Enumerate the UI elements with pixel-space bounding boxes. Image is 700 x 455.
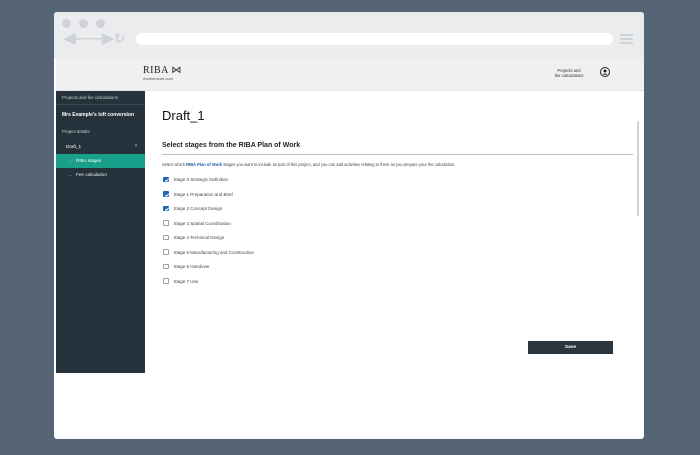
stage-option-6[interactable]: Stage 6 Handover — [163, 263, 210, 270]
browser-chrome: ◀— —▶ ↻ — [54, 12, 644, 58]
stage-option-1[interactable]: Stage 1 Preparation and Brief — [163, 191, 233, 198]
browser-window: ◀— —▶ ↻ RIBA ⋈ Architecture.com Projects… — [54, 12, 644, 439]
header-link-line2: fee calculations — [554, 73, 584, 79]
riba-plan-link[interactable]: RIBA Plan of Work — [186, 162, 222, 167]
logo-subtext: Architecture.com — [143, 76, 174, 81]
projects-fee-link[interactable]: Projects and fee calculations — [552, 68, 586, 78]
stage-checkbox[interactable] — [163, 220, 169, 226]
main-content: Draft_1 Select stages from the RIBA Plan… — [145, 91, 644, 439]
sidebar-project-details[interactable]: Project details — [62, 129, 90, 134]
stage-label: Stage 5 Manufacturing and Construction — [173, 249, 255, 255]
stage-label: Stage 6 Handover — [173, 264, 210, 269]
app: RIBA ⋈ Architecture.com Projects and fee… — [56, 58, 644, 439]
intro-text-end: stages you want to include as part of th… — [222, 162, 456, 167]
stage-label: Stage 2 Concept Design — [173, 206, 223, 211]
window-dot[interactable] — [62, 19, 71, 28]
chevron-right-icon: › — [135, 143, 137, 149]
stage-option-0[interactable]: Stage 0 Strategic Definition — [163, 176, 228, 183]
riba-crest-icon: ⋈ — [171, 65, 182, 76]
page-title: Draft_1 — [162, 108, 205, 123]
section-divider — [162, 154, 633, 155]
stage-option-3[interactable]: Stage 3 Spatial Coordination — [163, 220, 231, 227]
forward-arrow-icon[interactable]: —▶ — [87, 31, 114, 46]
sidebar-draft-label: Draft_1 — [66, 144, 82, 149]
sidebar-top-link[interactable]: Projects and fee calculations — [56, 91, 145, 105]
sidebar-project-name: Mrs Example's loft conversion — [62, 112, 135, 118]
save-button[interactable]: Save — [528, 341, 613, 354]
user-account-icon[interactable] — [600, 67, 610, 77]
arrow-right-icon: → — [68, 172, 72, 177]
stage-option-5[interactable]: Stage 5 Manufacturing and Construction — [163, 249, 254, 256]
scrollbar[interactable] — [637, 121, 639, 216]
stage-label: Stage 1 Preparation and Brief — [173, 191, 233, 197]
logo-text: RIBA ⋈ — [143, 65, 182, 76]
section-title: Select stages from the RIBA Plan of Work — [162, 142, 301, 149]
riba-logo[interactable]: RIBA ⋈ Architecture.com — [143, 65, 182, 82]
address-bar[interactable] — [136, 33, 613, 45]
hamburger-menu-icon[interactable] — [620, 34, 633, 44]
sidebar-item-riba-stages[interactable]: → RIBA stages — [56, 154, 145, 168]
intro-text-start: Select which — [162, 162, 187, 167]
stage-checkbox[interactable] — [163, 176, 169, 183]
stage-label: Stage 4 Technical Design — [173, 235, 225, 240]
stage-checkbox[interactable] — [163, 263, 169, 270]
window-dot[interactable] — [79, 19, 88, 28]
sidebar: Projects and fee calculations Mrs Exampl… — [56, 91, 145, 373]
stage-checkbox[interactable] — [163, 191, 169, 197]
arrow-right-icon: → — [68, 158, 72, 163]
stage-label: Stage 0 Strategic Definition — [173, 177, 229, 182]
intro-text: Select which RIBA Plan of Work stages yo… — [162, 162, 455, 167]
window-dot[interactable] — [96, 19, 105, 28]
sidebar-item-fee-calculation[interactable]: → Fee calculation — [56, 168, 145, 182]
sidebar-item-draft[interactable]: Draft_1 › — [56, 140, 145, 153]
stage-checkbox[interactable] — [163, 278, 169, 284]
sidebar-item-label: Fee calculation — [76, 172, 107, 177]
stage-label: Stage 7 Use — [173, 278, 199, 284]
stage-label: Stage 3 Spatial Coordination — [173, 220, 231, 226]
sidebar-item-label: RIBA stages — [76, 158, 102, 163]
stage-checkbox[interactable] — [163, 249, 169, 255]
stage-checkbox[interactable] — [163, 205, 169, 212]
stage-option-4[interactable]: Stage 4 Technical Design — [163, 234, 224, 241]
stage-checkbox[interactable] — [163, 234, 169, 241]
reload-icon[interactable]: ↻ — [114, 32, 125, 45]
stage-option-2[interactable]: Stage 2 Concept Design — [163, 205, 222, 212]
stage-option-7[interactable]: Stage 7 Use — [163, 278, 198, 285]
app-header: RIBA ⋈ Architecture.com Projects and fee… — [56, 58, 644, 91]
